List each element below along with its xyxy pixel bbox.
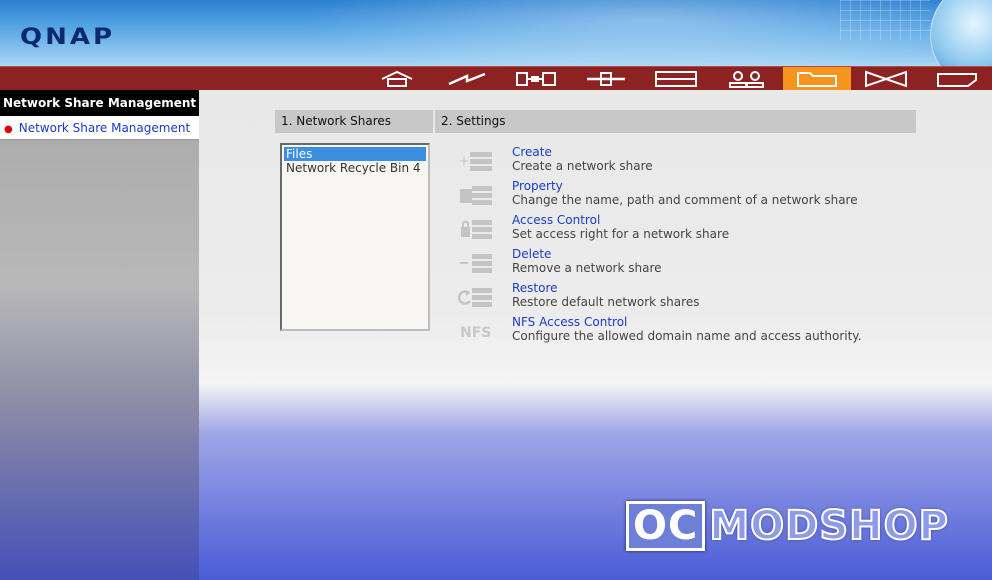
ocmodshop-watermark: OC MODSHOP xyxy=(626,501,949,551)
create-description: Create a network share xyxy=(512,159,653,173)
nfs-access-control-description: Configure the allowed domain name and ac… xyxy=(512,329,862,343)
network-icon xyxy=(516,72,556,86)
globe-decoration xyxy=(930,0,992,66)
delete-description: Remove a network share xyxy=(512,261,662,275)
access-control-link[interactable]: Access Control xyxy=(512,213,600,227)
restore-icon xyxy=(458,288,492,307)
access-control-description: Set access right for a network share xyxy=(512,227,730,241)
sidebar: Network Share Management ● Network Share … xyxy=(0,90,199,580)
toolbar-info-button[interactable] xyxy=(924,67,990,91)
users-icon xyxy=(729,71,764,88)
network-shares-list[interactable]: Files Network Recycle Bin 4 xyxy=(280,143,430,331)
property-link[interactable]: Property xyxy=(512,179,563,193)
setting-restore: Restore Restore default network shares xyxy=(458,281,898,315)
bowtie-icon xyxy=(865,70,907,88)
sidebar-item-label: Network Share Management xyxy=(18,121,191,135)
toolbar-users-button[interactable] xyxy=(713,67,779,91)
network-shares-header: 1. Network Shares xyxy=(275,110,433,133)
tag-icon xyxy=(937,73,977,87)
create-share-icon: + xyxy=(459,152,492,171)
property-icon xyxy=(460,186,492,205)
sidebar-item-network-share-management[interactable]: ● Network Share Management xyxy=(0,116,199,140)
storage-icon xyxy=(655,71,697,87)
restore-link[interactable]: Restore xyxy=(512,281,558,295)
access-control-icon xyxy=(461,220,492,239)
settings-header: 2. Settings xyxy=(435,110,916,133)
main-toolbar xyxy=(0,66,992,91)
svg-text:+: + xyxy=(459,154,469,168)
restore-description: Restore default network shares xyxy=(512,295,700,309)
nfs-icon: NFS xyxy=(460,325,491,341)
plus-icon xyxy=(587,72,625,86)
home-icon xyxy=(381,70,413,87)
create-link[interactable]: Create xyxy=(512,145,552,159)
nfs-icon-label: NFS xyxy=(460,325,491,341)
nfs-access-control-link[interactable]: NFS Access Control xyxy=(512,315,627,329)
toolbar-add-button[interactable] xyxy=(573,67,639,91)
share-item-recycle-bin[interactable]: Network Recycle Bin 4 xyxy=(284,161,426,175)
property-description: Change the name, path and comment of a n… xyxy=(512,193,858,207)
setting-create: + Create Create a network share xyxy=(458,145,898,179)
toolbar-power-button[interactable] xyxy=(434,67,500,91)
delete-share-icon xyxy=(460,254,492,273)
setting-property: Property Change the name, path and comme… xyxy=(458,179,898,213)
lightning-icon xyxy=(448,72,486,86)
toolbar-storage-button[interactable] xyxy=(643,67,709,91)
toolbar-media-button[interactable] xyxy=(853,67,919,91)
watermark-oc: OC xyxy=(626,501,706,551)
header-grid-decoration xyxy=(840,0,930,40)
setting-delete: Delete Remove a network share xyxy=(458,247,898,281)
watermark-modshop: MODSHOP xyxy=(708,503,949,549)
toolbar-share-folder-button[interactable] xyxy=(783,67,851,91)
qnap-logo: QNAP xyxy=(20,24,116,50)
setting-access-control: Access Control Set access right for a ne… xyxy=(458,213,898,247)
share-item-files[interactable]: Files xyxy=(284,147,426,161)
toolbar-network-button[interactable] xyxy=(503,67,569,91)
toolbar-home-button[interactable] xyxy=(364,67,430,91)
setting-nfs-access-control: NFS NFS Access Control Configure the all… xyxy=(458,315,898,349)
main-content: 1. Network Shares 2. Settings Files Netw… xyxy=(199,90,992,580)
sidebar-title: Network Share Management xyxy=(0,90,199,116)
folder-icon xyxy=(797,72,837,87)
delete-link[interactable]: Delete xyxy=(512,247,551,261)
bullet-icon: ● xyxy=(4,124,13,135)
header-banner: QNAP xyxy=(0,0,992,66)
